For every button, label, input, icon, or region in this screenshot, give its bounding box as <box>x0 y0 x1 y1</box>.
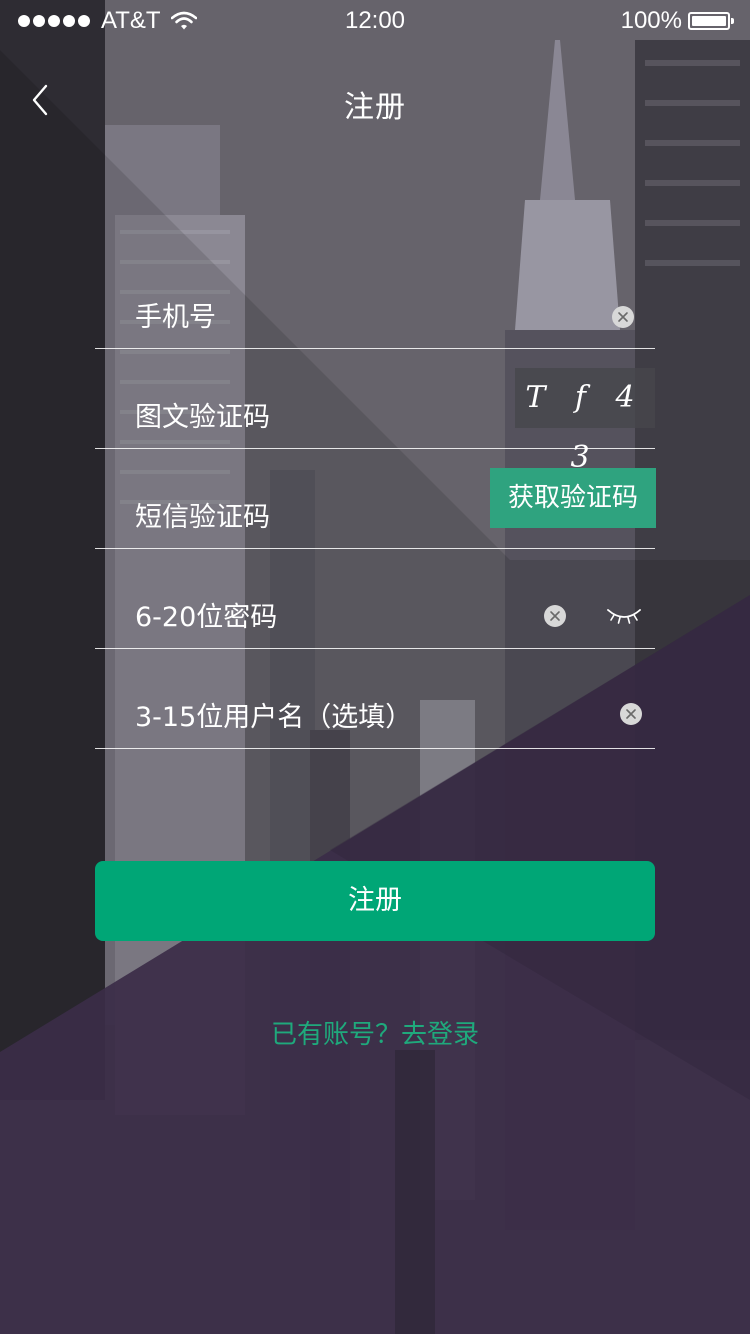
username-field[interactable]: 3-15位用户名（选填） <box>95 649 655 749</box>
close-icon <box>550 611 560 621</box>
password-field[interactable]: 6-20位密码 <box>95 549 655 649</box>
battery-icon <box>688 12 734 30</box>
battery-percentage: 100% <box>620 7 682 34</box>
status-right: 100% <box>620 7 734 35</box>
phone-placeholder: 手机号 <box>135 302 216 333</box>
clear-username-icon[interactable] <box>620 703 642 725</box>
password-placeholder: 6-20位密码 <box>135 602 278 633</box>
close-icon <box>618 312 628 322</box>
get-sms-code-button[interactable]: 获取验证码 <box>490 468 656 528</box>
register-button[interactable]: 注册 <box>95 861 655 941</box>
close-icon <box>626 709 636 719</box>
clear-phone-icon[interactable] <box>612 306 634 328</box>
page-title: 注册 <box>344 90 406 125</box>
sms-placeholder: 短信验证码 <box>135 502 270 533</box>
captcha-placeholder: 图文验证码 <box>135 402 270 433</box>
login-link[interactable]: 已有账号？去登录 <box>0 1014 750 1051</box>
eye-closed-icon[interactable] <box>606 604 642 626</box>
clear-password-icon[interactable] <box>544 605 566 627</box>
status-bar: AT&T 12:00 100% <box>0 0 750 40</box>
username-placeholder: 3-15位用户名（选填） <box>135 702 413 733</box>
captcha-image[interactable]: T f 4 3 <box>515 368 655 475</box>
phone-field[interactable]: 手机号 <box>95 249 655 349</box>
